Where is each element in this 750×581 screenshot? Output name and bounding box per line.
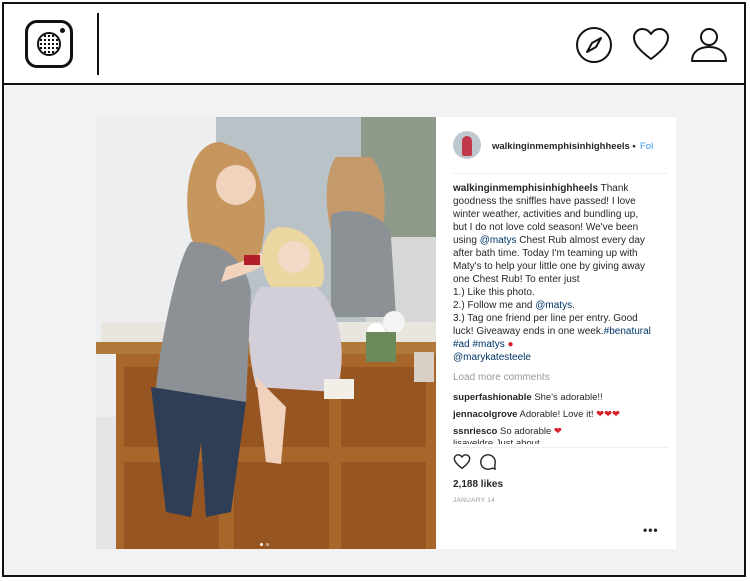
carousel-indicator (260, 533, 280, 546)
camera-emoji-icon: ● (507, 339, 514, 350)
comment-item: ssnriesco So adorable ❤ (453, 426, 562, 437)
post-author-handle[interactable]: walkinginmemphisinhighheels • (492, 141, 636, 152)
post-card: walkinginmemphisinhighheels • Fol walkin… (96, 117, 676, 549)
mention-matys[interactable]: @matys (480, 235, 517, 246)
comment-bubble-icon[interactable] (479, 453, 497, 471)
hashtag-ad[interactable]: #ad (453, 339, 470, 350)
partial-comment: lisaveldre Just about (453, 438, 540, 444)
hashtag-benatural[interactable]: #benatural (604, 326, 651, 337)
comment-username[interactable]: superfashionable (453, 392, 532, 403)
author-username[interactable]: walkinginmemphisinhighheels (492, 141, 630, 152)
more-options-button[interactable]: ••• (643, 523, 659, 537)
instagram-logo-icon[interactable] (25, 20, 73, 68)
comment-text: Adorable! Love it! (519, 409, 594, 420)
camera-flash-dot (60, 28, 65, 33)
caption-step-2-end: . (572, 300, 575, 311)
comment-item: superfashionable She's adorable!! (453, 392, 603, 403)
post-photo[interactable] (96, 117, 436, 549)
post-date[interactable]: JANUARY 14 (453, 497, 495, 504)
load-more-comments-link[interactable]: Load more comments (453, 372, 550, 383)
compass-icon[interactable] (574, 25, 614, 65)
comment-username[interactable]: ssnriesco (453, 426, 497, 437)
caption-step-2: 2.) Follow me and (453, 300, 536, 311)
actions-divider (453, 447, 668, 448)
caption-step-1: 1.) Like this photo. (453, 287, 535, 298)
camera-lens (37, 32, 61, 56)
comment-username[interactable]: jennacolgrove (453, 409, 517, 420)
logo-divider (97, 13, 99, 75)
user-icon[interactable] (689, 25, 729, 65)
heart-outline-icon[interactable] (453, 453, 471, 471)
top-navigation-bar (4, 4, 744, 85)
mention-matys-2[interactable]: @matys (535, 300, 572, 311)
likes-count[interactable]: 2,188 likes (453, 479, 503, 490)
follow-button[interactable]: Fol (640, 141, 676, 152)
comment-text: She's adorable!! (534, 392, 603, 403)
comment-item: jennacolgrove Adorable! Love it! ❤❤❤ (453, 409, 620, 420)
comment-text: So adorable (500, 426, 552, 437)
browser-window: walkinginmemphisinhighheels • Fol walkin… (2, 2, 746, 577)
post-sidebar: walkinginmemphisinhighheels • Fol walkin… (436, 117, 676, 549)
hashtag-matys[interactable]: #matys (472, 339, 504, 350)
post-caption: walkinginmemphisinhighheels Thank goodne… (453, 182, 653, 364)
mention-marykatesteele[interactable]: @marykatesteele (453, 352, 531, 363)
header-divider (453, 173, 668, 174)
heart-icon[interactable] (631, 25, 671, 65)
heart-emoji-icon: ❤❤❤ (596, 409, 621, 420)
separator-dot: • (632, 141, 636, 152)
avatar[interactable] (453, 131, 481, 159)
heart-emoji-icon: ❤ (553, 426, 562, 437)
caption-username[interactable]: walkinginmemphisinhighheels (453, 183, 598, 194)
